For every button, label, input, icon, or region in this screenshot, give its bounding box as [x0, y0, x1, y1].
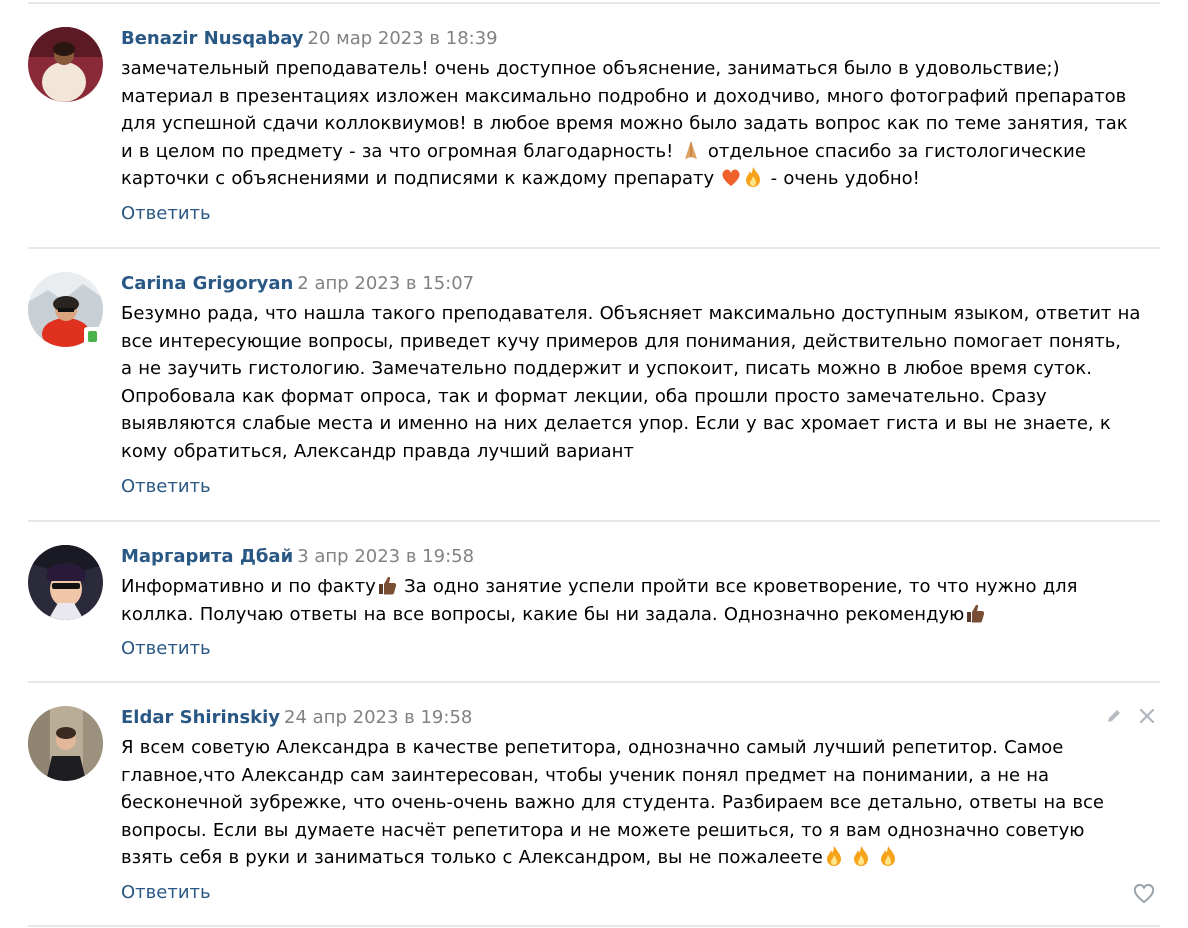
avatar[interactable] [28, 545, 103, 620]
comment-date[interactable]: 3 апр 2023 в 19:58 [297, 546, 474, 567]
reply-link[interactable]: Ответить [121, 881, 211, 905]
comment-header: Eldar Shirinskiy 24 апр 2023 в 19:58 [121, 706, 1160, 730]
text-line: Опробовала как формат опроса, так и форм… [121, 385, 1047, 407]
text-segment: Информативно и по факту [121, 576, 376, 597]
text-line: и в целом по предмету - за что огромная … [121, 138, 1160, 166]
comment-date[interactable]: 2 апр 2023 в 15:07 [297, 273, 474, 294]
comment-header: Carina Grigoryan 2 апр 2023 в 15:07 [121, 272, 1160, 296]
text-line: Информативно и по факту За одно занятие … [121, 573, 1160, 601]
author-link[interactable]: Маргарита Дбай [121, 546, 293, 567]
text-line: главное,что Александр сам заинтересован,… [121, 764, 1050, 786]
comment-text: Я всем советую Александра в качестве реп… [121, 734, 1160, 872]
comment-date[interactable]: 20 мар 2023 в 18:39 [308, 28, 498, 49]
text-line: вопросы. Если вы думаете насчёт репетито… [121, 819, 1085, 841]
comment-margarita: Маргарита Дбай 3 апр 2023 в 19:58 Информа… [28, 522, 1160, 682]
text-segment: - очень удобно! [770, 168, 920, 190]
text-line: для успешной сдачи коллоквиумов! в любое… [121, 113, 1128, 135]
text-segment: отдельное спасибо за гистологические [707, 140, 1086, 162]
comment-body: Маргарита Дбай 3 апр 2023 в 19:58 Информа… [121, 545, 1160, 661]
comment-header: Benazir Nusqabay 20 мар 2023 в 18:39 [121, 27, 1160, 51]
reply-link[interactable]: Ответить [121, 202, 211, 226]
comment-text: замечательный преподаватель! очень досту… [121, 55, 1160, 193]
text-line: а не заучить гистологию. Замечательно по… [121, 358, 1092, 380]
fire-emoji-icon [823, 845, 845, 867]
thumbs-up-emoji-icon [376, 574, 398, 596]
comment-text: Информативно и по факту За одно занятие … [121, 573, 1160, 628]
comment-carina: Carina Grigoryan 2 апр 2023 в 15:07 Безум… [28, 249, 1160, 521]
text-line: Безумно рада, что нашла такого преподава… [121, 303, 1141, 324]
text-line: выявляются слабые места и именно на них … [121, 413, 1111, 435]
fire-emoji-icon [742, 166, 764, 188]
text-line: бесконечной зубрежке, что очень-очень ва… [121, 792, 1104, 814]
comment-date[interactable]: 24 апр 2023 в 19:58 [284, 707, 472, 728]
orange-heart-emoji-icon [720, 166, 742, 188]
author-link[interactable]: Carina Grigoryan [121, 273, 293, 294]
fire-emoji-icon [850, 845, 872, 867]
text-line: все интересующие вопросы, приведет кучу … [121, 330, 1122, 352]
comment-header: Маргарита Дбай 3 апр 2023 в 19:58 [121, 545, 1160, 569]
text-segment: За одно занятие успели пройти все кровет… [404, 576, 1078, 597]
like-heart-icon[interactable] [1132, 882, 1156, 908]
comment-body: Benazir Nusqabay 20 мар 2023 в 18:39 заме… [121, 27, 1160, 226]
comment-benazir: Benazir Nusqabay 20 мар 2023 в 18:39 заме… [28, 0, 1160, 248]
praying-hands-emoji-icon [680, 139, 702, 161]
fire-emoji-icon [877, 845, 899, 867]
author-link[interactable]: Benazir Nusqabay [121, 28, 304, 49]
reply-link[interactable]: Ответить [121, 637, 211, 661]
avatar[interactable] [28, 706, 103, 781]
text-segment: коллка. Получаю ответы на все вопросы, к… [121, 603, 965, 625]
text-line: замечательный преподаватель! очень досту… [121, 58, 1060, 79]
reply-link[interactable]: Ответить [121, 475, 211, 499]
comment-text: Безумно рада, что нашла такого преподава… [121, 300, 1160, 466]
text-line: материал в презентациях изложен максимал… [121, 85, 1127, 107]
text-segment: карточки с объяснениями и подписями к ка… [121, 168, 715, 190]
avatar[interactable] [28, 27, 103, 102]
text-line: Я всем советую Александра в качестве реп… [121, 737, 1064, 758]
thumbs-up-emoji-icon [964, 602, 986, 624]
online-mobile-indicator [84, 327, 101, 346]
text-segment: взять себя в руки и заниматься только с … [121, 847, 823, 869]
comment-body: Carina Grigoryan 2 апр 2023 в 15:07 Безум… [121, 272, 1160, 499]
text-line: карточки с объяснениями и подписями к ка… [121, 165, 1160, 193]
author-link[interactable]: Eldar Shirinskiy [121, 707, 280, 728]
text-line: кому обратиться, Александр правда лучший… [121, 440, 634, 462]
text-line: взять себя в руки и заниматься только с … [121, 844, 1160, 872]
divider [28, 925, 1160, 927]
text-segment: и в целом по предмету - за что огромная … [121, 140, 674, 162]
comment-body: Eldar Shirinskiy 24 апр 2023 в 19:58 Я вс… [121, 706, 1160, 905]
text-line: коллка. Получаю ответы на все вопросы, к… [121, 601, 1160, 629]
comment-eldar: Eldar Shirinskiy 24 апр 2023 в 19:58 Я вс… [28, 683, 1160, 926]
